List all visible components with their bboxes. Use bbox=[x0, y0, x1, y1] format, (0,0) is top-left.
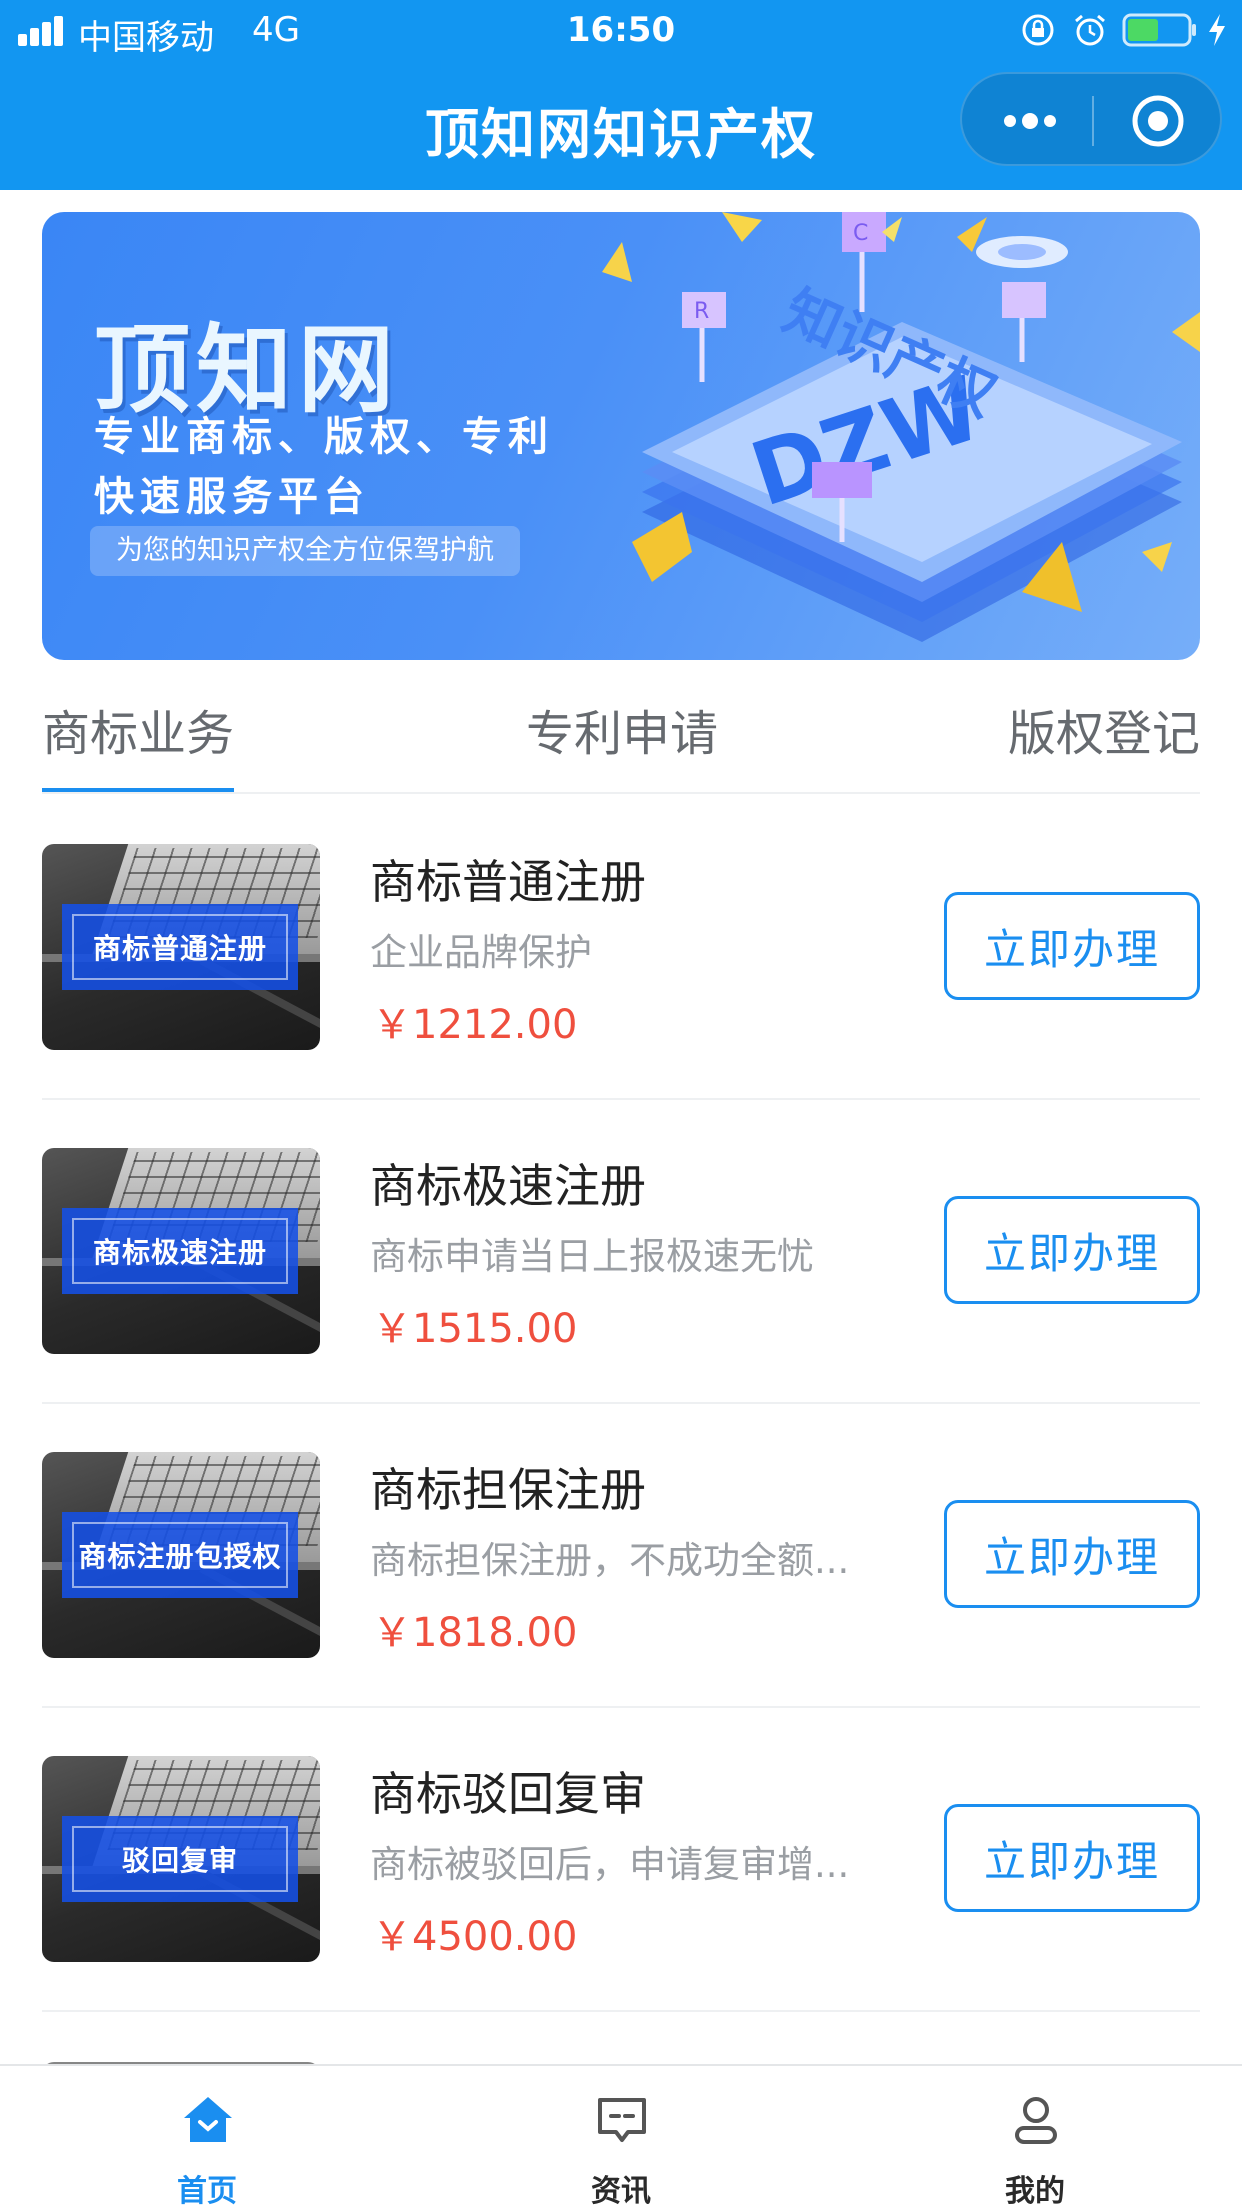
list-item[interactable]: 商标普通注册 商标普通注册 企业品牌保护 ￥1212.00 立即办理 bbox=[42, 796, 1200, 1100]
thumbnail-label: 驳回复审 bbox=[72, 1826, 288, 1892]
product-thumbnail: 商标注册包授权 bbox=[42, 1452, 320, 1658]
top-bar: 中国移动 4G 16:50 顶知网知识产权 bbox=[0, 0, 1242, 190]
bottom-tab-bar: 首页 资讯 我的 bbox=[0, 2064, 1242, 2210]
close-program-icon[interactable] bbox=[1130, 93, 1186, 149]
product-title: 商标驳回复审 bbox=[370, 1767, 646, 1821]
banner-subtitle-2: 快速服务平台 bbox=[94, 474, 370, 520]
list-item[interactable]: 商标极速注册 商标极速注册 商标申请当日上报极速无忧 ￥1515.00 立即办理 bbox=[42, 1100, 1200, 1404]
alarm-icon bbox=[1075, 14, 1105, 46]
product-title: 商标极速注册 bbox=[370, 1159, 646, 1213]
product-list: 商标普通注册 商标普通注册 企业品牌保护 ￥1212.00 立即办理 商标极速注… bbox=[42, 796, 1200, 2012]
svg-text:R: R bbox=[694, 299, 709, 324]
status-bar: 中国移动 4G 16:50 bbox=[0, 0, 1242, 62]
product-price: ￥1818.00 bbox=[372, 1610, 578, 1656]
tabbar-label: 资讯 bbox=[591, 2174, 651, 2209]
product-description: 商标担保注册，不成功全额... bbox=[370, 1539, 850, 1582]
charging-icon bbox=[1209, 14, 1225, 46]
thumbnail-label: 商标注册包授权 bbox=[72, 1522, 288, 1588]
product-price: ￥1212.00 bbox=[372, 1002, 578, 1048]
product-description: 企业品牌保护 bbox=[370, 931, 592, 974]
product-title: 商标担保注册 bbox=[370, 1463, 646, 1517]
battery-icon bbox=[1122, 13, 1196, 47]
product-thumbnail: 商标极速注册 bbox=[42, 1148, 320, 1354]
tabbar-home[interactable]: 首页 bbox=[0, 2066, 414, 2210]
user-icon bbox=[1015, 2097, 1057, 2144]
apply-now-button[interactable]: 立即办理 bbox=[944, 1196, 1200, 1304]
banner-tagline: 为您的知识产权全方位保驾护航 bbox=[90, 526, 520, 576]
svg-text:C: C bbox=[853, 221, 868, 246]
tabbar-mine[interactable]: 我的 bbox=[828, 2066, 1242, 2210]
tab-patent[interactable]: 专利申请 bbox=[526, 694, 718, 764]
promo-banner[interactable]: 顶知网 专业商标、版权、专利 快速服务平台 为您的知识产权全方位保驾护航 DZW… bbox=[42, 212, 1200, 660]
tab-copyright[interactable]: 版权登记 bbox=[1008, 694, 1200, 764]
rotation-lock-icon bbox=[1022, 14, 1054, 46]
product-price: ￥4500.00 bbox=[372, 1914, 578, 1960]
tabbar-label: 首页 bbox=[177, 2174, 237, 2209]
product-title: 商标普通注册 bbox=[370, 855, 646, 909]
more-icon[interactable] bbox=[998, 101, 1062, 141]
thumbnail-label: 商标普通注册 bbox=[72, 914, 288, 980]
product-thumbnail: 驳回复审 bbox=[42, 1756, 320, 1962]
apply-now-button[interactable]: 立即办理 bbox=[944, 892, 1200, 1000]
product-description: 商标被驳回后，申请复审增... bbox=[370, 1843, 850, 1886]
capsule-divider bbox=[1092, 96, 1094, 146]
tab-trademark[interactable]: 商标业务 bbox=[42, 694, 234, 764]
product-price: ￥1515.00 bbox=[372, 1306, 578, 1352]
product-thumbnail: 商标普通注册 bbox=[42, 844, 320, 1050]
thumbnail-label: 商标极速注册 bbox=[72, 1218, 288, 1284]
apply-now-button[interactable]: 立即办理 bbox=[944, 1804, 1200, 1912]
banner-subtitle-1: 专业商标、版权、专利 bbox=[94, 414, 554, 460]
list-item[interactable]: 商标注册包授权 商标担保注册 商标担保注册，不成功全额... ￥1818.00 … bbox=[42, 1404, 1200, 1708]
active-tab-indicator bbox=[42, 788, 234, 792]
tabbar-label: 我的 bbox=[1005, 2174, 1065, 2209]
product-description: 商标申请当日上报极速无忧 bbox=[370, 1235, 814, 1278]
apply-now-button[interactable]: 立即办理 bbox=[944, 1500, 1200, 1608]
tabbar-news[interactable]: 资讯 bbox=[414, 2066, 828, 2210]
category-tabs: 商标业务 专利申请 版权登记 bbox=[42, 680, 1200, 794]
banner-isometric-illustration: DZW 知识产权 R C bbox=[602, 212, 1200, 642]
message-icon bbox=[598, 2098, 646, 2142]
list-item[interactable]: 驳回复审 商标驳回复审 商标被驳回后，申请复审增... ￥4500.00 立即办… bbox=[42, 1708, 1200, 2012]
mini-program-capsule bbox=[960, 72, 1222, 166]
home-icon bbox=[184, 2097, 232, 2142]
